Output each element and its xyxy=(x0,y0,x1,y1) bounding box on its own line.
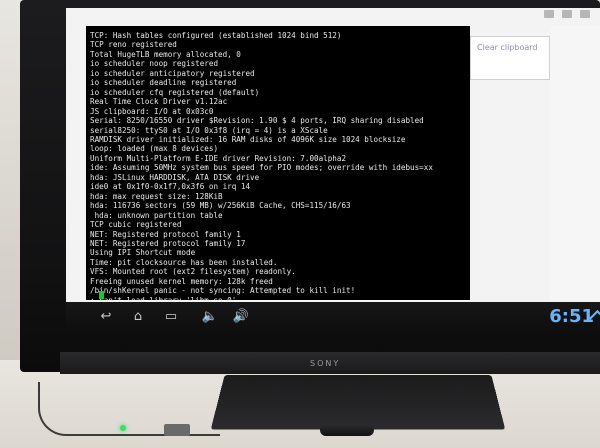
terminal-line: TCP: Hash tables configured (established… xyxy=(90,31,470,40)
clear-clipboard-button[interactable]: Clear clipboard xyxy=(470,36,550,80)
green-led xyxy=(120,425,126,431)
home-button[interactable]: ⌂ xyxy=(126,306,150,328)
terminal-cursor xyxy=(99,291,104,299)
terminal-console[interactable]: TCP: Hash tables configured (established… xyxy=(86,26,470,300)
terminal-line: TCP cubic registered xyxy=(90,220,470,229)
tv-stand xyxy=(211,375,506,430)
terminal-line: io scheduler deadline registered xyxy=(90,78,470,87)
terminal-output: TCP: Hash tables configured (established… xyxy=(90,31,470,305)
terminal-line: hda: unknown partition table xyxy=(90,211,470,220)
terminal-line: io scheduler noop registered xyxy=(90,59,470,68)
terminal-line: Total HugeTLB memory allocated, 0 xyxy=(90,50,470,59)
terminal-line: io scheduler anticipatory registered xyxy=(90,69,470,78)
tv-brand-label: SONY xyxy=(310,359,340,368)
terminal-line: NET: Registered protocol family 1 xyxy=(90,230,470,239)
status-clock: 6:51 xyxy=(544,304,594,330)
terminal-line: JS clipboard: I/O at 0x03c0 xyxy=(90,107,470,116)
status-icon xyxy=(544,10,554,18)
terminal-line: VFS: Mounted root (ext2 filesystem) read… xyxy=(90,267,470,276)
back-button[interactable]: ↩ xyxy=(94,306,118,328)
power-plug xyxy=(164,424,190,436)
home-icon: ⌂ xyxy=(134,309,142,324)
recent-apps-icon: ▭ xyxy=(165,309,177,324)
recent-apps-button[interactable]: ▭ xyxy=(159,306,183,328)
terminal-line: Uniform Multi-Platform E-IDE driver Revi… xyxy=(90,154,470,163)
android-navigation-bar: ↩ ⌂ ▭ 🔈 🔊 6:51 xyxy=(66,302,600,334)
terminal-line: Serial: 8250/16550 driver $Revision: 1.9… xyxy=(90,116,470,125)
terminal-line: NET: Registered protocol family 17 xyxy=(90,239,470,248)
terminal-line: Real Time Clock Driver v1.12ac xyxy=(90,97,470,106)
back-icon: ↩ xyxy=(101,309,112,324)
android-screen: TCP: Hash tables configured (established… xyxy=(66,8,600,334)
terminal-line: ide0 at 0x1f0-0x1f7,0x3f6 on irq 14 xyxy=(90,182,470,191)
volume-up-icon: 🔊 xyxy=(233,309,249,324)
terminal-line: Using IPI Shortcut mode xyxy=(90,248,470,257)
terminal-line: loop: loaded (max 8 devices) xyxy=(90,144,470,153)
status-icon xyxy=(580,10,590,18)
terminal-line: hda: max request size: 128KiB xyxy=(90,192,470,201)
terminal-line: ide: Assuming 50MHz system bus speed for… xyxy=(90,163,470,172)
volume-down-icon: 🔈 xyxy=(202,309,218,324)
cable xyxy=(38,382,220,436)
terminal-line: Time: pit clocksource has been installed… xyxy=(90,258,470,267)
status-icon xyxy=(562,10,572,18)
terminal-line: hda: JSLinux HARDDISK, ATA DISK drive xyxy=(90,173,470,182)
terminal-line: TCP reno registered xyxy=(90,40,470,49)
terminal-line: serial8250: ttyS0 at I/O 0x3f8 (irq = 4)… xyxy=(90,126,470,135)
volume-down-button[interactable]: 🔈 xyxy=(198,306,222,328)
terminal-line: io scheduler cfq registered (default) xyxy=(90,88,470,97)
volume-up-button[interactable]: 🔊 xyxy=(229,306,253,328)
right-panel xyxy=(550,26,600,300)
terminal-line: RAMDISK driver initialized: 16 RAM disks… xyxy=(90,135,470,144)
terminal-line: /bin/shKernel panic - not syncing: Attem… xyxy=(90,286,470,295)
status-icons xyxy=(530,10,590,20)
remote-control xyxy=(320,424,374,436)
terminal-line: hda: 116736 sectors (59 MB) w/256KiB Cac… xyxy=(90,201,470,210)
terminal-line: Freeing unused kernel memory: 128k freed xyxy=(90,277,470,286)
